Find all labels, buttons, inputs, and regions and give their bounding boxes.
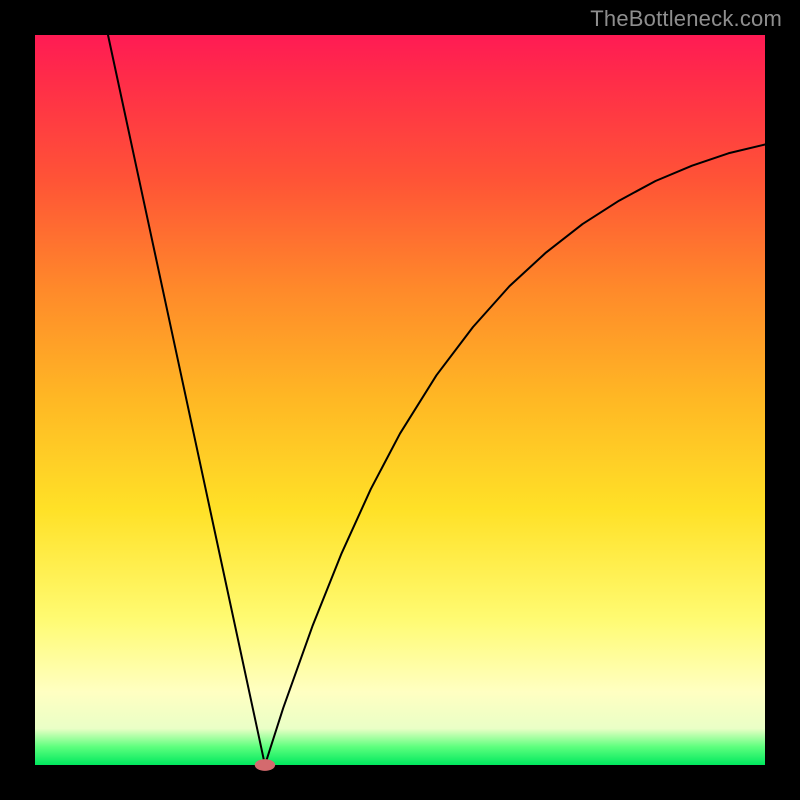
plot-area bbox=[35, 35, 765, 765]
minimum-marker bbox=[255, 759, 275, 771]
curve-left-branch bbox=[108, 35, 265, 765]
watermark-text: TheBottleneck.com bbox=[590, 6, 782, 32]
chart-svg bbox=[35, 35, 765, 765]
curve-right-branch bbox=[265, 145, 765, 766]
chart-frame: TheBottleneck.com bbox=[0, 0, 800, 800]
